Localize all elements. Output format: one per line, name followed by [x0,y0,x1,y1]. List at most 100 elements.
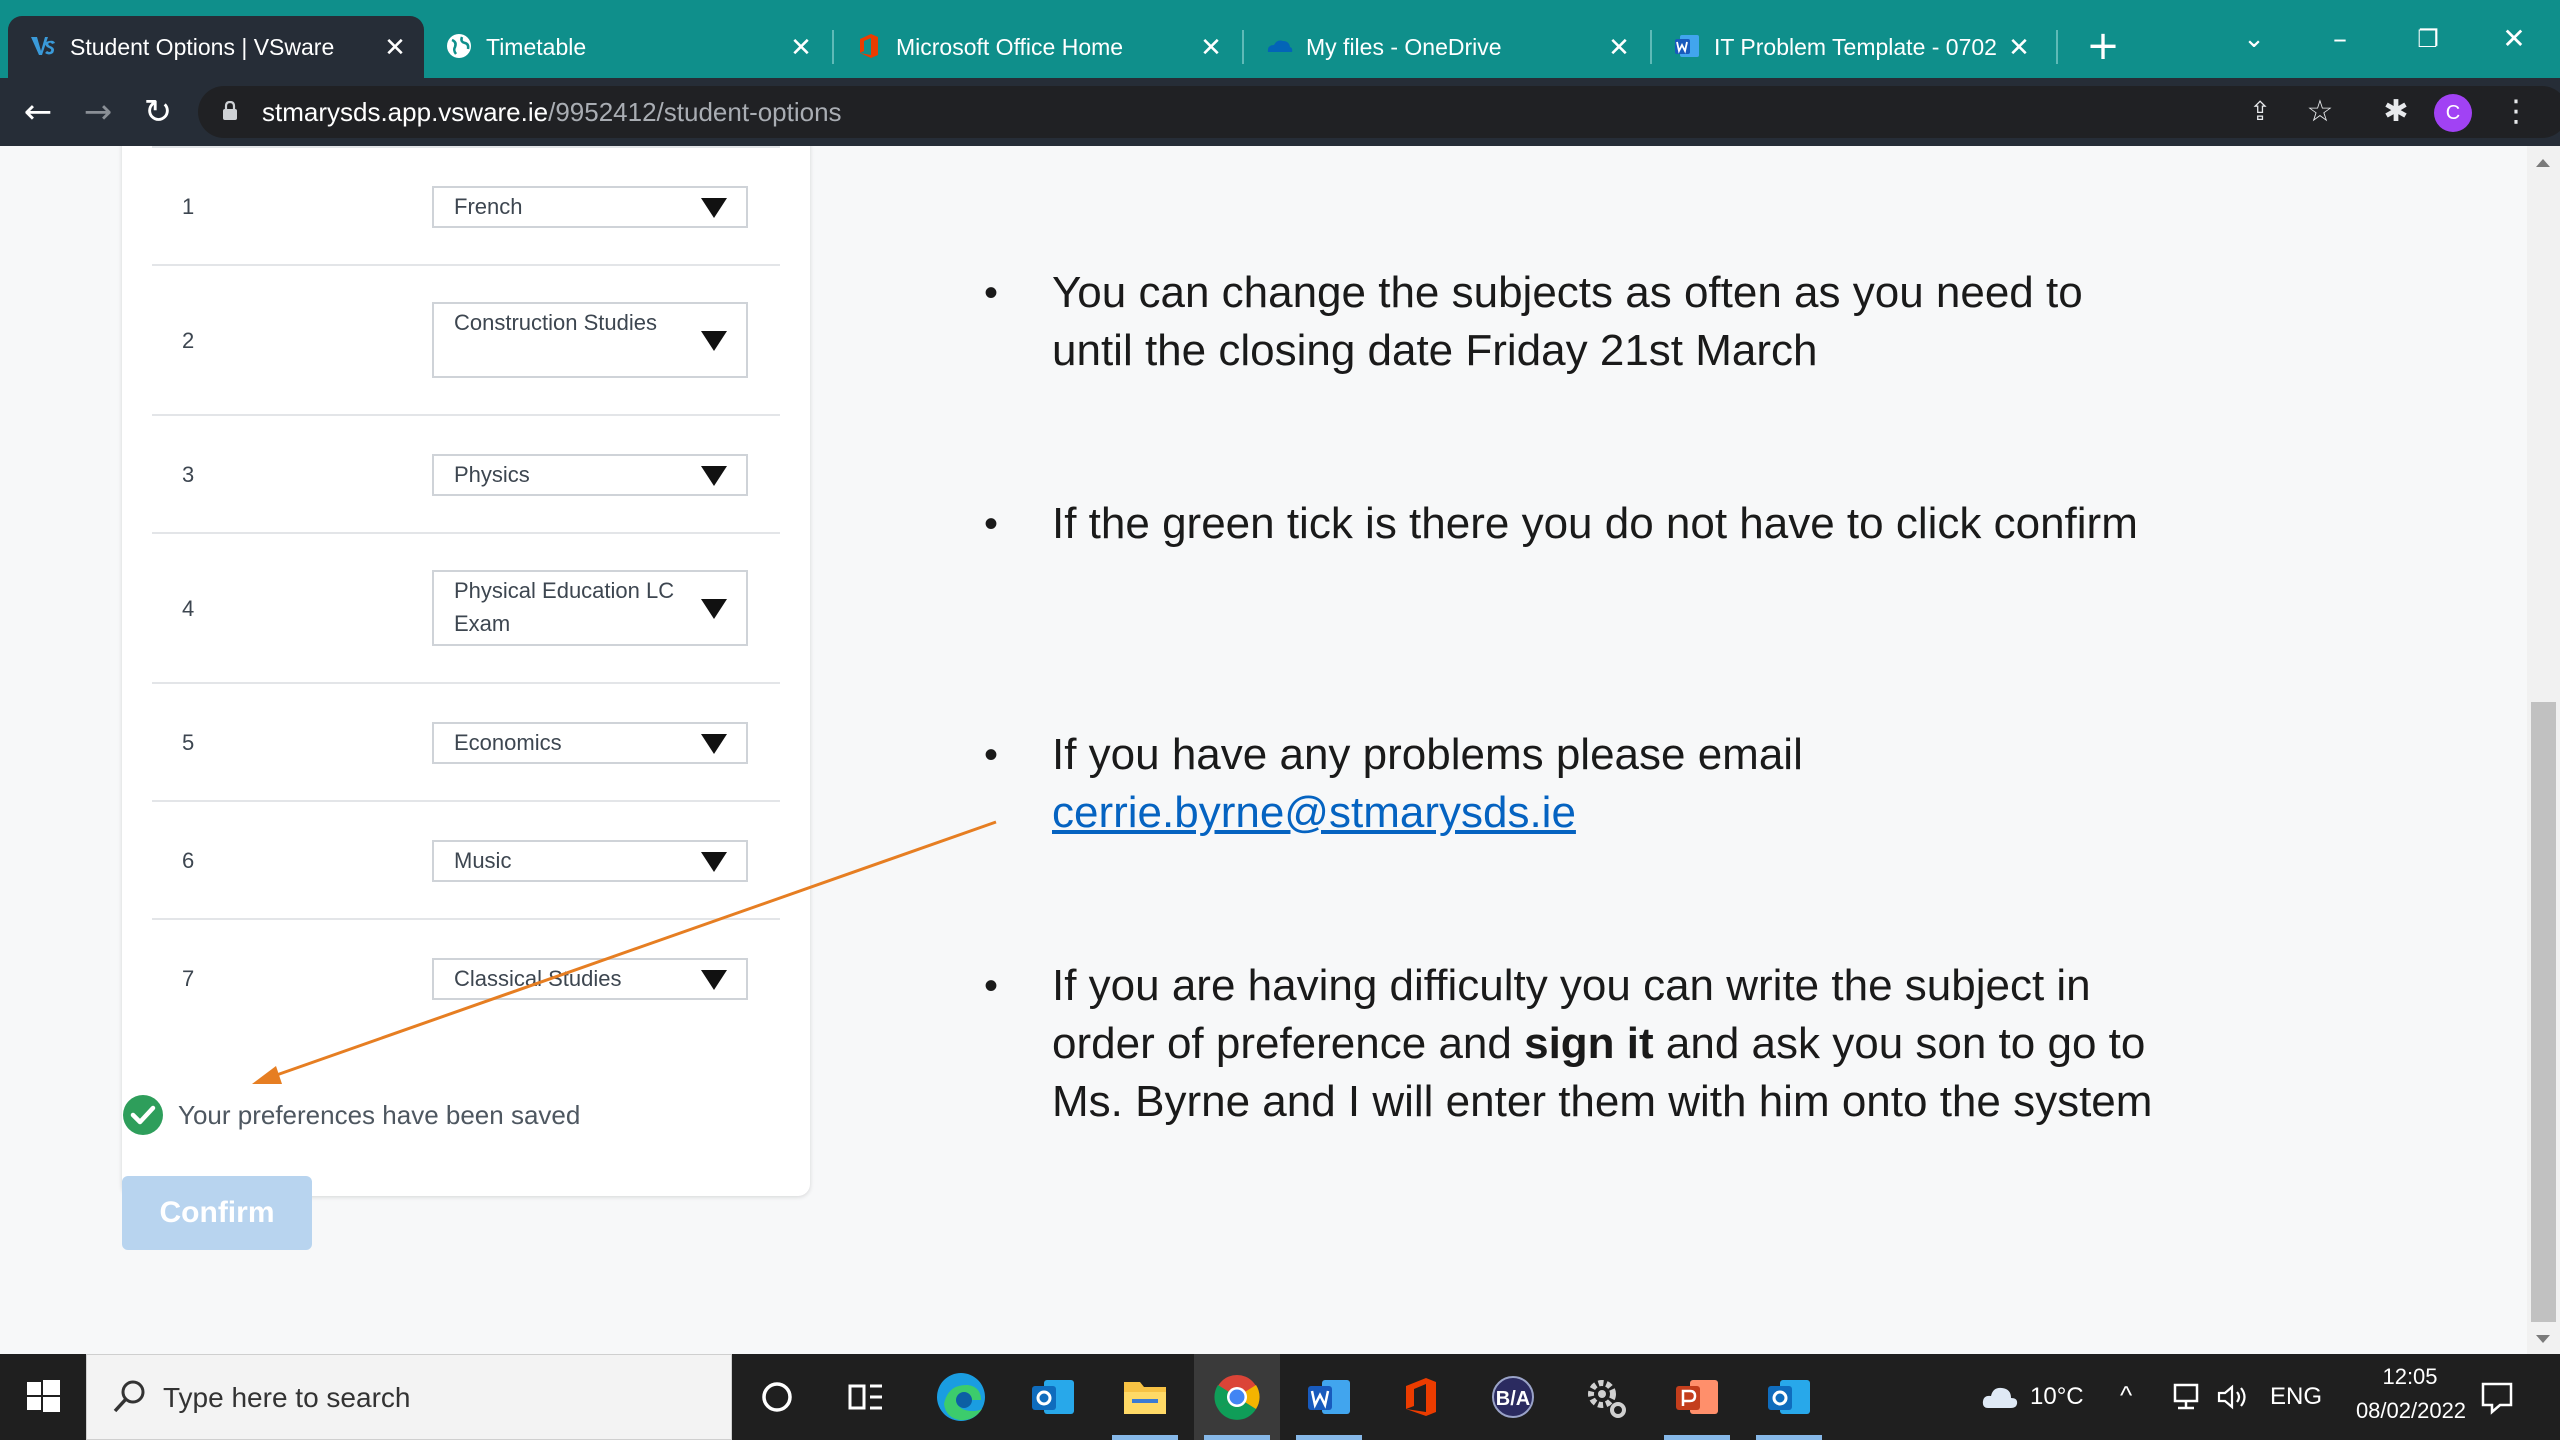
close-window-button[interactable]: ✕ [2484,14,2544,64]
taskbar-powerpoint[interactable] [1654,1354,1740,1440]
tab-timetable[interactable]: Timetable ✕ [424,16,832,78]
taskbar-office[interactable] [1378,1354,1464,1440]
dropdown-arrow-icon [701,970,727,990]
back-button[interactable]: ← [12,86,64,138]
browser-toolbar: ← → ↻ stmarysds.app.vsware.ie/9952412/st… [0,78,2560,146]
url-host: stmarysds.app.vsware.ie [262,97,549,127]
screen: Student Options | VSware ✕ Timetable ✕ M… [0,0,2560,1440]
show-hidden-icons-chevron-icon[interactable]: ^ [2120,1380,2132,1411]
input-language[interactable]: ENG [2270,1383,2322,1411]
chrome-icon [1214,1375,1260,1420]
taskbar-edge[interactable] [918,1354,1004,1440]
bullet-dot: • [984,271,999,315]
close-tab-icon[interactable]: ✕ [786,16,816,78]
extensions-icon[interactable]: ✱ [2370,86,2422,138]
edge-icon [937,1373,985,1421]
address-bar[interactable]: stmarysds.app.vsware.ie/9952412/student-… [198,86,2560,138]
instruction-bullet: • If the green tick is there you do not … [984,495,2164,615]
outlook-icon [1768,1380,1810,1414]
outlook-icon [1032,1380,1074,1414]
page-scrollbar[interactable] [2527,146,2560,1354]
minimize-button[interactable]: – [2310,14,2370,64]
taskbar-outlook[interactable] [1010,1354,1096,1440]
tab-title: My files - OneDrive [1306,34,1502,60]
close-tab-icon[interactable]: ✕ [1196,16,1226,78]
option-rank: 6 [182,848,195,873]
weather-temperature[interactable]: 10°C [2030,1383,2084,1411]
subject-select[interactable]: Construction Studies [432,302,748,378]
subject-select[interactable]: Economics [432,722,748,764]
url-text: stmarysds.app.vsware.ie/9952412/student-… [262,86,842,138]
email-link[interactable]: cerrie.byrne@stmarysds.ie [1052,788,1576,837]
clock-time[interactable]: 12:05 [2362,1364,2458,1390]
close-tab-icon[interactable]: ✕ [2004,16,2034,78]
search-icon [113,1380,145,1413]
close-tab-icon[interactable]: ✕ [380,16,410,78]
bullet-text-prefix: If you have any problems please email [1052,730,1803,779]
dropdown-arrow-icon [701,198,727,218]
word-icon [1308,1380,1350,1414]
option-row: 5 Economics [152,682,780,800]
windows-logo-icon [27,1380,60,1412]
tab-onedrive[interactable]: My files - OneDrive ✕ [1244,16,1650,78]
menu-kebab-icon[interactable]: ⋮ [2490,86,2542,138]
option-row: 4 Physical Education LC Exam [152,532,780,682]
instruction-bullet: • If you have any problems please email c… [984,726,2164,846]
start-button[interactable] [0,1354,86,1440]
subject-select[interactable]: Physics [432,454,748,496]
scroll-up-arrow-icon[interactable] [2533,156,2553,170]
reload-button[interactable]: ↻ [132,86,184,138]
taskbar-settings[interactable] [1562,1354,1648,1440]
option-rank: 5 [182,730,195,755]
bullet-text: If you have any problems please email cer… [1052,726,2172,842]
check-circle-icon [123,1095,163,1135]
notifications-icon[interactable] [2478,1378,2516,1416]
subject-select-value: Music [454,848,512,873]
instruction-bullet: • If you are having difficulty you can w… [984,957,2164,1197]
profile-avatar[interactable]: C [2434,94,2472,132]
forward-button[interactable]: → [72,86,124,138]
vsware-icon [31,37,55,55]
speaker-icon[interactable] [2216,1382,2252,1412]
browser-tab-strip: Student Options | VSware ✕ Timetable ✕ M… [0,0,2560,78]
taskbar-ba-app[interactable]: B/A [1470,1354,1556,1440]
tab-search-chevron-icon[interactable]: ⌄ [2224,14,2284,64]
confirm-button[interactable]: Confirm [122,1176,312,1250]
ba-app-icon: B/A [1492,1376,1534,1418]
tab-separator [2056,30,2058,64]
tab-student-options[interactable]: Student Options | VSware ✕ [8,16,424,78]
onedrive-icon [1267,40,1293,52]
subject-select-value: Economics [454,730,562,755]
subject-select[interactable]: Music [432,840,748,882]
taskbar-chrome[interactable] [1194,1354,1280,1440]
bookmark-star-icon[interactable]: ☆ [2294,86,2346,138]
scroll-down-arrow-icon[interactable] [2533,1332,2553,1346]
new-tab-button[interactable]: + [2078,22,2128,72]
subject-select-value: Physics [454,462,530,487]
cloud-weather-icon[interactable] [1980,1378,2020,1416]
taskbar-search-box[interactable]: Type here to search [86,1354,732,1440]
office-icon [1406,1378,1436,1416]
taskbar-word[interactable] [1286,1354,1372,1440]
subject-select[interactable]: French [432,186,748,228]
subject-select[interactable]: Classical Studies [432,958,748,1000]
subject-select[interactable]: Physical Education LC Exam [432,570,748,646]
tab-office-home[interactable]: Microsoft Office Home ✕ [834,16,1242,78]
saved-message: Your preferences have been saved [178,1099,581,1130]
scrollbar-thumb[interactable] [2531,702,2556,1322]
bullet-dot: • [984,502,999,546]
network-icon[interactable] [2172,1382,2206,1412]
share-icon[interactable]: ⇪ [2234,86,2286,138]
clock-date[interactable]: 08/02/2022 [2336,1398,2486,1424]
restore-button[interactable]: ❐ [2398,14,2458,64]
tab-title: Student Options | VSware [70,34,335,60]
close-tab-icon[interactable]: ✕ [1604,16,1634,78]
cortana-button[interactable] [734,1354,820,1440]
gear-icon [1588,1380,1626,1418]
running-indicator [1112,1435,1178,1440]
taskbar-outlook-2[interactable] [1746,1354,1832,1440]
tab-it-problem-template[interactable]: IT Problem Template - 07022 ✕ [1652,16,2056,78]
tab-title: IT Problem Template - 07022 [1714,34,1998,60]
task-view-button[interactable] [822,1354,908,1440]
taskbar-file-explorer[interactable] [1102,1354,1188,1440]
